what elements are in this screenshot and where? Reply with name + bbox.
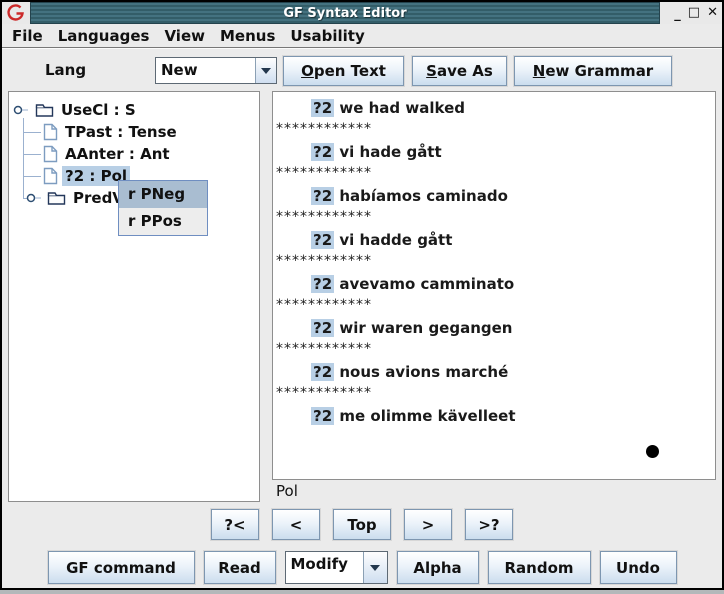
linearization-line: ?2 we had walked bbox=[273, 98, 715, 118]
new-grammar-button[interactable]: New Grammar bbox=[514, 56, 672, 86]
linearization-line: ?2 wir waren gegangen bbox=[273, 318, 715, 338]
undo-button[interactable]: Undo bbox=[600, 551, 677, 584]
menu-file[interactable]: File bbox=[12, 24, 43, 47]
popup-item-pneg[interactable]: r PNeg bbox=[119, 181, 207, 208]
language-separator: ************ bbox=[273, 294, 715, 318]
tree-connector bbox=[23, 176, 41, 177]
random-button[interactable]: Random bbox=[488, 551, 591, 584]
linearization-output-panel[interactable]: ?2 we had walked ************ ?2 vi hade… bbox=[272, 91, 716, 480]
refinement-popup-menu: r PNeg r PPos bbox=[118, 180, 208, 236]
linearization-line: ?2 vi hadde gått bbox=[273, 230, 715, 250]
metavariable-highlight[interactable]: ?2 bbox=[311, 231, 334, 249]
gf-command-button[interactable]: GF command bbox=[48, 551, 195, 584]
syntax-tree-panel[interactable]: UseCl : S TPast : Tense AAnter : Ant bbox=[8, 91, 260, 502]
document-icon bbox=[43, 123, 58, 141]
menu-usability[interactable]: Usability bbox=[290, 24, 364, 47]
minimize-icon[interactable]: _ bbox=[674, 5, 681, 25]
popup-item-ppos[interactable]: r PPos bbox=[119, 208, 207, 235]
tree-expanded-handle-icon[interactable] bbox=[13, 99, 31, 121]
command-row: GF command Read Modify Alpha Random Undo bbox=[2, 551, 722, 584]
menubar: File Languages View Menus Usability bbox=[2, 24, 722, 48]
metavariable-highlight[interactable]: ?2 bbox=[311, 319, 334, 337]
linearization-line: ?2 nous avions marché bbox=[273, 362, 715, 382]
lang-label: Lang bbox=[45, 61, 86, 79]
status-type-label: Pol bbox=[276, 482, 298, 500]
folder-icon bbox=[47, 191, 66, 206]
document-icon bbox=[43, 145, 58, 163]
linearization-line: ?2 habíamos caminado bbox=[273, 186, 715, 206]
linearization-line: ?2 vi hade gått bbox=[273, 142, 715, 162]
language-separator: ************ bbox=[273, 118, 715, 142]
metavariable-highlight[interactable]: ?2 bbox=[311, 363, 334, 381]
tree-row-tpast[interactable]: TPast : Tense bbox=[43, 121, 180, 143]
modify-combobox[interactable]: Modify bbox=[285, 551, 388, 584]
prev-node-button[interactable]: < bbox=[272, 509, 320, 540]
desktop: GF Syntax Editor _ □ ✕ File Languages Vi… bbox=[0, 0, 724, 594]
menu-view[interactable]: View bbox=[164, 24, 205, 47]
metavariable-highlight[interactable]: ?2 bbox=[311, 187, 334, 205]
toolbar: Lang New Open Text Save As New Grammar bbox=[2, 50, 722, 91]
metavariable-highlight[interactable]: ?2 bbox=[311, 143, 334, 161]
app-logo-icon bbox=[2, 2, 30, 24]
prev-metavariable-button[interactable]: ?< bbox=[211, 509, 259, 540]
metavariable-highlight[interactable]: ?2 bbox=[311, 99, 334, 117]
next-node-button[interactable]: > bbox=[404, 509, 452, 540]
tree-label: TPast : Tense bbox=[62, 122, 180, 142]
window-title: GF Syntax Editor bbox=[31, 3, 659, 23]
tree-connector-vertical bbox=[23, 118, 24, 199]
black-dot-marker bbox=[646, 445, 659, 458]
chevron-down-icon bbox=[261, 68, 271, 74]
window-controls: _ □ ✕ bbox=[660, 2, 722, 24]
language-separator: ************ bbox=[273, 338, 715, 362]
lang-combobox[interactable]: New bbox=[155, 57, 277, 84]
tree-row-usecl[interactable]: UseCl : S bbox=[13, 99, 139, 121]
tree-connector bbox=[23, 154, 41, 155]
menu-languages[interactable]: Languages bbox=[58, 24, 150, 47]
chevron-down-icon bbox=[370, 565, 380, 571]
language-separator: ************ bbox=[273, 206, 715, 230]
metavariable-highlight[interactable]: ?2 bbox=[311, 407, 334, 425]
tree-label: UseCl : S bbox=[58, 100, 139, 120]
language-separator: ************ bbox=[273, 162, 715, 186]
alpha-button[interactable]: Alpha bbox=[397, 551, 479, 584]
next-metavariable-button[interactable]: >? bbox=[465, 509, 513, 540]
lang-combobox-arrow[interactable] bbox=[255, 58, 276, 83]
modify-combobox-arrow[interactable] bbox=[363, 552, 387, 583]
folder-icon bbox=[35, 103, 54, 118]
read-button[interactable]: Read bbox=[204, 551, 276, 584]
tree-row-aanter[interactable]: AAnter : Ant bbox=[43, 143, 173, 165]
maximize-icon[interactable]: □ bbox=[688, 3, 700, 23]
document-icon bbox=[43, 167, 58, 185]
linearization-line: ?2 avevamo camminato bbox=[273, 274, 715, 294]
language-separator: ************ bbox=[273, 250, 715, 274]
metavariable-highlight[interactable]: ?2 bbox=[311, 275, 334, 293]
language-separator: ************ bbox=[273, 382, 715, 406]
tree-label: AAnter : Ant bbox=[62, 144, 173, 164]
gf-syntax-editor-window: GF Syntax Editor _ □ ✕ File Languages Vi… bbox=[0, 0, 724, 590]
tree-connector bbox=[23, 132, 41, 133]
open-text-button[interactable]: Open Text bbox=[283, 56, 404, 86]
close-icon[interactable]: ✕ bbox=[707, 3, 718, 23]
titlebar: GF Syntax Editor _ □ ✕ bbox=[2, 2, 722, 24]
tree-row-q2-pol[interactable]: ?2 : Pol bbox=[43, 165, 130, 187]
linearization-line: ?2 me olimme kävelleet bbox=[273, 406, 715, 426]
lang-combobox-value: New bbox=[156, 58, 255, 83]
tree-collapsed-handle-icon[interactable] bbox=[25, 187, 43, 209]
top-button[interactable]: Top bbox=[333, 509, 391, 540]
modify-combobox-value: Modify bbox=[286, 552, 363, 583]
menu-menus[interactable]: Menus bbox=[220, 24, 275, 47]
navigation-row: ?< < Top > >? bbox=[2, 509, 722, 540]
save-as-button[interactable]: Save As bbox=[412, 56, 507, 86]
title-strip[interactable]: GF Syntax Editor bbox=[30, 2, 660, 24]
